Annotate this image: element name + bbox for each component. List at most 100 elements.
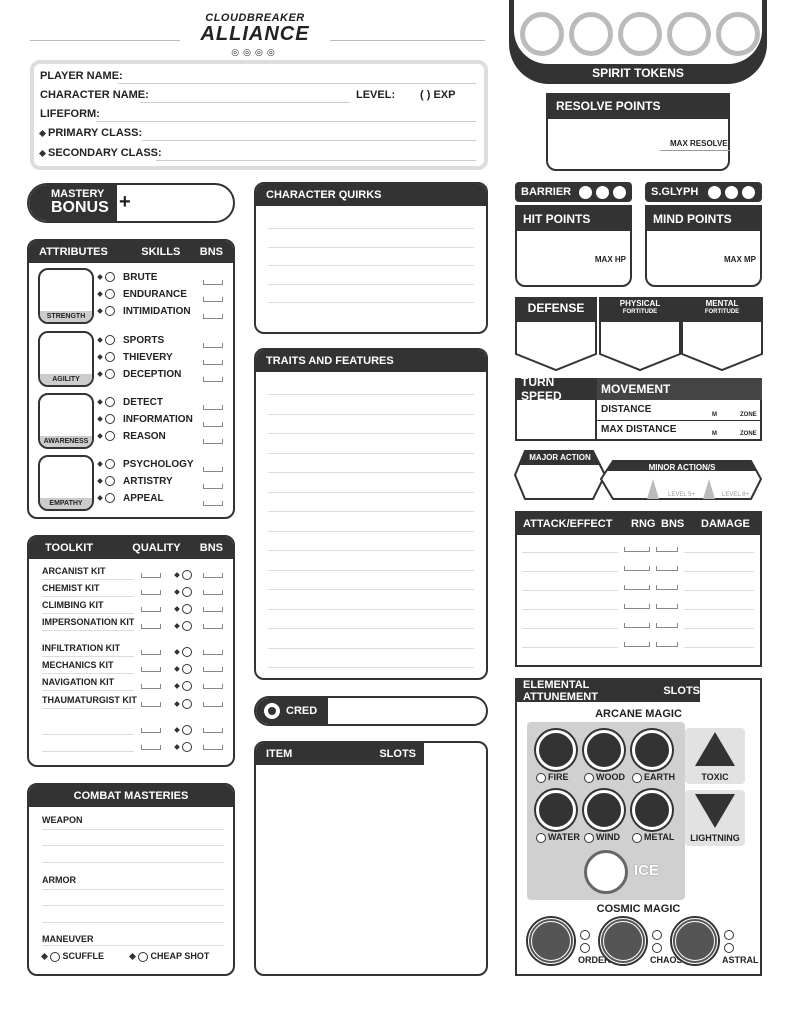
attribute-box[interactable]: AWARENESS (38, 393, 94, 449)
toolkit-quality-field[interactable] (141, 684, 161, 689)
spirit-token[interactable] (569, 12, 613, 56)
skill-row[interactable]: DETECT (97, 397, 163, 408)
combat-write-line[interactable] (42, 905, 224, 906)
skill-proficiency-checkbox[interactable] (105, 397, 115, 408)
primary-class-field[interactable] (142, 140, 476, 141)
quirk-line[interactable] (268, 283, 474, 285)
toolkit-bonus-field[interactable] (203, 667, 223, 672)
skill-row[interactable]: PSYCHOLOGY (97, 459, 194, 470)
attack-damage-field[interactable] (684, 552, 754, 553)
sglyph-pip[interactable] (725, 185, 739, 199)
attack-range-field[interactable] (624, 547, 650, 552)
trait-line[interactable] (268, 433, 474, 434)
skill-row[interactable]: INTIMIDATION (97, 306, 191, 317)
cosmic-checkbox[interactable] (580, 943, 590, 953)
attack-bonus-field[interactable] (656, 566, 678, 571)
toolkit-proficiency[interactable] (174, 677, 192, 695)
attack-damage-field[interactable] (684, 571, 754, 572)
quirk-line[interactable] (268, 302, 474, 303)
cosmic-checkbox[interactable] (652, 930, 662, 940)
sglyph-pip[interactable] (708, 185, 722, 199)
element-option[interactable]: WATER (536, 832, 580, 843)
quirk-line[interactable] (268, 228, 474, 229)
attack-effect-field[interactable] (522, 590, 618, 591)
skill-bonus-field[interactable] (203, 314, 223, 319)
attack-bonus-field[interactable] (656, 585, 678, 590)
spirit-token[interactable] (618, 12, 662, 56)
attack-bonus-field[interactable] (656, 642, 678, 647)
skill-row[interactable]: DECEPTION (97, 369, 181, 380)
skill-proficiency-checkbox[interactable] (105, 369, 115, 380)
toolkit-proficiency[interactable] (174, 643, 192, 661)
toolkit-bonus-field[interactable] (203, 624, 223, 629)
skill-row[interactable]: ENDURANCE (97, 289, 187, 300)
skill-bonus-field[interactable] (203, 297, 223, 302)
toolkit-checkbox[interactable] (182, 646, 192, 657)
character-name-field[interactable] (140, 102, 350, 103)
toolkit-quality-field[interactable] (141, 745, 161, 750)
toolkit-checkbox[interactable] (182, 741, 192, 752)
trait-line[interactable] (268, 394, 474, 395)
trait-line[interactable] (268, 667, 474, 668)
combat-write-line[interactable] (42, 845, 224, 846)
attack-damage-field[interactable] (684, 647, 754, 648)
toolkit-proficiency[interactable] (174, 617, 192, 635)
attack-damage-field[interactable] (684, 609, 754, 610)
combat-write-line[interactable] (42, 889, 224, 890)
attack-effect-field[interactable] (522, 571, 618, 572)
element-option[interactable]: METAL (632, 832, 674, 843)
skill-proficiency-checkbox[interactable] (105, 414, 115, 425)
trait-line[interactable] (268, 569, 474, 571)
toolkit-proficiency[interactable] (174, 695, 192, 713)
attribute-box[interactable]: STRENGTH (38, 268, 94, 324)
attack-range-field[interactable] (624, 642, 650, 647)
skill-row[interactable]: THIEVERY (97, 352, 173, 363)
skill-row[interactable]: APPEAL (97, 493, 164, 504)
element-checkbox[interactable] (584, 832, 594, 843)
attribute-box[interactable]: EMPATHY (38, 455, 94, 511)
spirit-token[interactable] (716, 12, 760, 56)
element-option[interactable]: FIRE (536, 772, 569, 783)
spirit-token[interactable] (667, 12, 711, 56)
trait-line[interactable] (268, 628, 474, 629)
skill-bonus-field[interactable] (203, 343, 223, 348)
element-checkbox[interactable] (632, 832, 642, 843)
lifeform-field[interactable] (96, 121, 476, 122)
toolkit-bonus-field[interactable] (203, 702, 223, 707)
cosmic-checkbox[interactable] (652, 943, 662, 953)
trait-line[interactable] (268, 647, 474, 649)
skill-row[interactable]: BRUTE (97, 272, 157, 283)
toolkit-checkbox[interactable] (182, 586, 192, 597)
quirk-line[interactable] (268, 265, 474, 266)
combat-write-line[interactable] (42, 945, 224, 946)
attribute-box[interactable]: AGILITY (38, 331, 94, 387)
toolkit-checkbox[interactable] (182, 698, 192, 709)
skill-bonus-field[interactable] (203, 467, 223, 472)
element-option[interactable]: WOOD (584, 772, 625, 783)
attack-effect-field[interactable] (522, 628, 618, 629)
trait-line[interactable] (268, 608, 474, 610)
toolkit-quality-field[interactable] (141, 624, 161, 629)
skill-proficiency-checkbox[interactable] (105, 493, 115, 504)
combat-write-line[interactable] (42, 922, 224, 923)
toolkit-checkbox[interactable] (182, 603, 192, 614)
toolkit-proficiency[interactable] (174, 583, 192, 601)
attack-damage-field[interactable] (684, 628, 754, 629)
quirk-line[interactable] (268, 246, 474, 248)
attack-range-field[interactable] (624, 566, 650, 571)
trait-line[interactable] (268, 491, 474, 493)
cheap-shot-option[interactable]: CHEAP SHOT (128, 951, 209, 962)
skill-proficiency-checkbox[interactable] (105, 335, 115, 346)
trait-line[interactable] (268, 472, 474, 473)
skill-proficiency-checkbox[interactable] (105, 352, 115, 363)
barrier-pip[interactable] (579, 185, 593, 199)
trait-line[interactable] (268, 452, 474, 454)
cosmic-checkbox[interactable] (580, 930, 590, 940)
toolkit-checkbox[interactable] (182, 620, 192, 631)
skill-row[interactable]: SPORTS (97, 335, 164, 346)
skill-proficiency-checkbox[interactable] (105, 476, 115, 487)
sglyph-pip[interactable] (742, 185, 756, 199)
toolkit-checkbox[interactable] (182, 569, 192, 580)
skill-row[interactable]: INFORMATION (97, 414, 193, 425)
attack-effect-field[interactable] (522, 647, 618, 648)
